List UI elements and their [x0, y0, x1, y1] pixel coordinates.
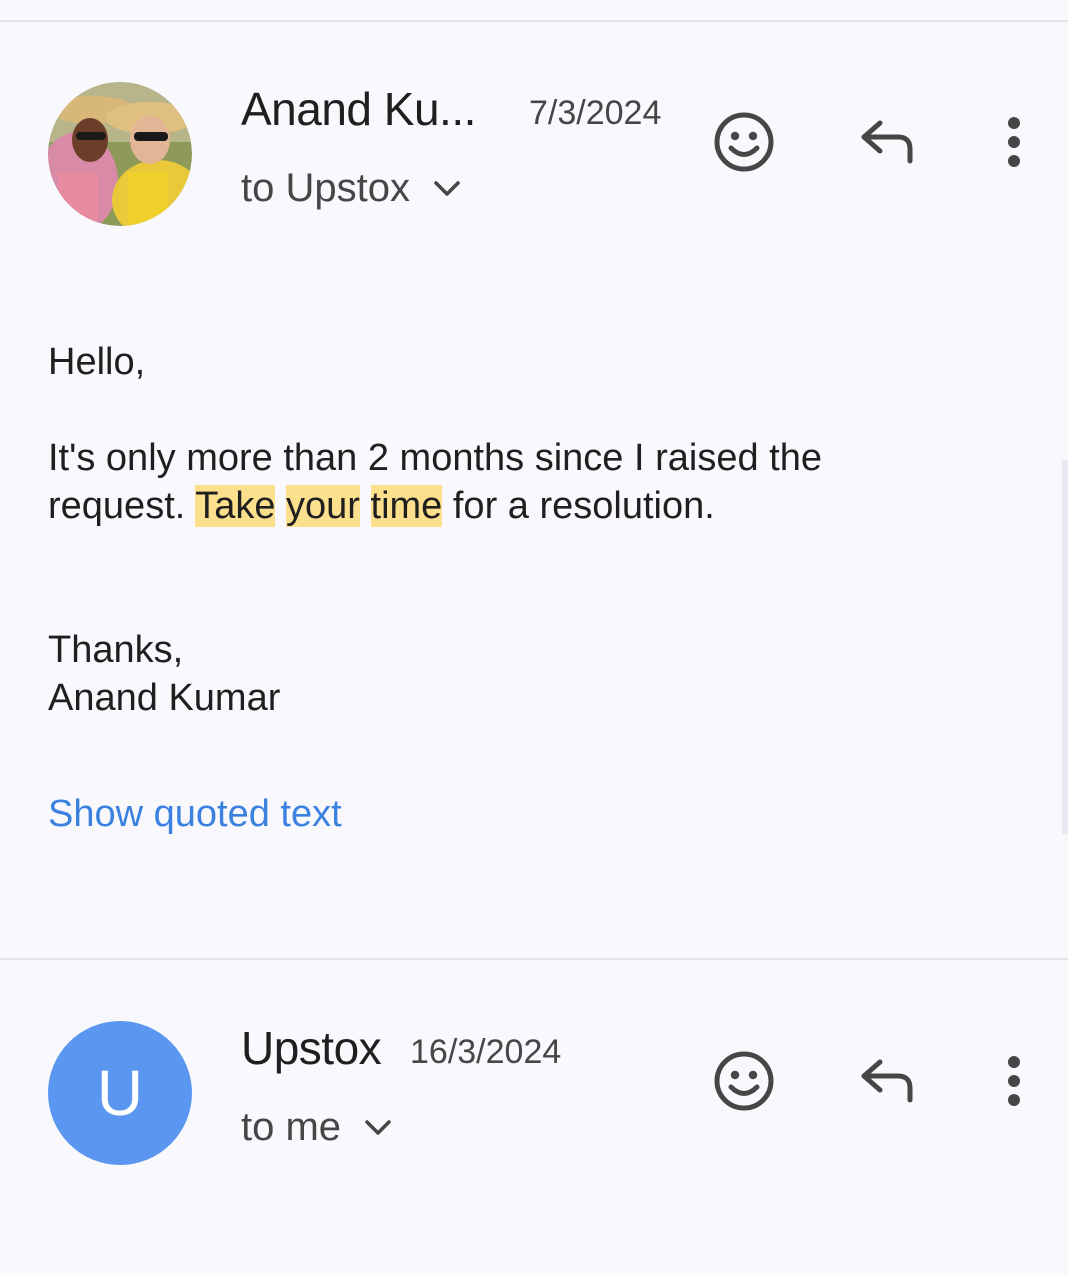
body-line-1: It's only more than 2 months since I rai… — [48, 437, 822, 479]
recipient-toggle[interactable]: to Upstox — [241, 166, 462, 211]
body-line-2: request. Take your time for a resolution… — [48, 482, 715, 530]
chevron-down-icon — [434, 180, 460, 196]
recipient-label: to Upstox — [241, 166, 410, 210]
smiley-icon — [714, 1051, 774, 1111]
body-signature: Anand Kumar — [48, 677, 281, 719]
reply-icon — [861, 1059, 913, 1103]
message-divider — [0, 958, 1068, 960]
message-date: 7/3/2024 — [529, 94, 662, 132]
avatar-letter[interactable]: U — [48, 1021, 192, 1165]
smiley-icon — [714, 112, 774, 172]
recipient-toggle[interactable]: to me — [241, 1105, 393, 1150]
emoji-react-button[interactable] — [704, 1041, 784, 1121]
sender-name: Anand Ku... — [241, 83, 476, 135]
more-vert-icon — [1008, 117, 1020, 167]
more-vert-icon — [1008, 1056, 1020, 1106]
chevron-down-icon — [365, 1119, 391, 1135]
highlight-word: time — [370, 485, 443, 527]
emoji-react-button[interactable] — [704, 102, 784, 182]
reply-icon — [861, 120, 913, 164]
message-header-1[interactable]: Anand Ku... 7/3/2024 to Upstox — [0, 82, 1068, 232]
reply-button[interactable] — [848, 102, 928, 182]
email-thread: Anand Ku... 7/3/2024 to Upstox Hello, It… — [0, 0, 1068, 1275]
sender-name: Upstox — [241, 1022, 382, 1074]
recipient-label: to me — [241, 1105, 342, 1149]
message-date: 16/3/2024 — [410, 1033, 562, 1071]
reply-button[interactable] — [848, 1041, 928, 1121]
highlight-word: Take — [195, 485, 276, 527]
body-signoff: Thanks, — [48, 629, 184, 671]
more-options-button[interactable] — [974, 1041, 1054, 1121]
body-greeting: Hello, — [48, 341, 146, 383]
top-divider — [0, 20, 1068, 22]
show-quoted-text-link[interactable]: Show quoted text — [48, 793, 342, 836]
avatar-photo[interactable] — [48, 82, 192, 226]
body-line-2-prefix: request. — [48, 485, 186, 527]
scrollbar[interactable] — [1062, 460, 1068, 834]
message-header-2[interactable]: U Upstox 16/3/2024 to me — [0, 1021, 1068, 1171]
highlight-word: your — [286, 485, 360, 527]
body-line-2-suffix: for a resolution. — [452, 485, 715, 527]
more-options-button[interactable] — [974, 102, 1054, 182]
